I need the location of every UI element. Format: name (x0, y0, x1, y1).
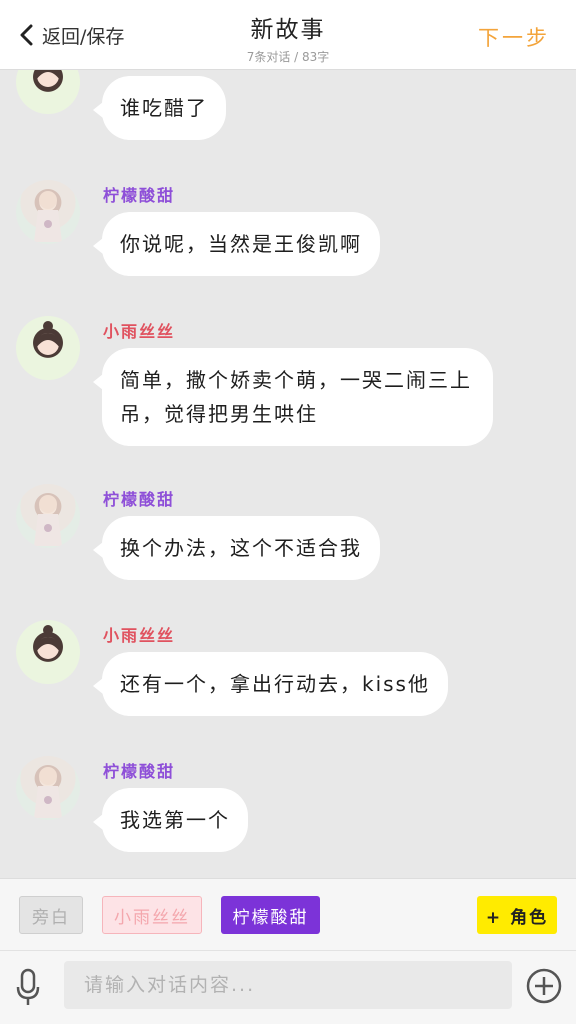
role-selector-bar: 旁白 小雨丝丝 柠檬酸甜 + 角色 (0, 878, 576, 950)
avatar[interactable] (16, 756, 80, 820)
message-bubble[interactable]: 简单，撒个娇卖个萌，一哭二闹三上吊，觉得把男生哄住 (93, 348, 493, 446)
microphone-icon[interactable] (14, 967, 42, 1007)
avatar[interactable] (16, 316, 80, 380)
message-bubble[interactable]: 你说呢，当然是王俊凯啊 (93, 212, 380, 276)
speaker-name: 柠檬酸甜 (103, 186, 176, 205)
chat-area[interactable]: 谁吃醋了 柠檬酸甜 你说呢，当然是王俊凯啊 小雨丝丝 简单，撒个娇卖个萌，一哭二… (0, 70, 576, 878)
top-bar: 返回/保存 新故事 7条对话 / 83字 下一步 (0, 0, 576, 70)
plus-circle-icon[interactable] (526, 968, 562, 1004)
avatar[interactable] (16, 70, 80, 114)
speaker-name: 柠檬酸甜 (103, 490, 176, 509)
speaker-name: 小雨丝丝 (103, 626, 176, 645)
avatar[interactable] (16, 484, 80, 548)
avatar[interactable] (16, 620, 80, 684)
role-rain-button[interactable]: 小雨丝丝 (102, 896, 202, 934)
message-bubble[interactable]: 我选第一个 (93, 788, 248, 852)
next-step-button[interactable]: 下一步 (478, 22, 550, 52)
input-bar (0, 950, 576, 1024)
speaker-name: 小雨丝丝 (103, 322, 176, 341)
speaker-name: 柠檬酸甜 (103, 762, 176, 781)
add-role-button[interactable]: + 角色 (477, 896, 557, 934)
avatar[interactable] (16, 180, 80, 244)
role-lemon-button[interactable]: 柠檬酸甜 (221, 896, 320, 934)
message-bubble[interactable]: 谁吃醋了 (93, 76, 226, 140)
message-bubble[interactable]: 换个办法，这个不适合我 (93, 516, 380, 580)
dialogue-input[interactable] (64, 961, 512, 1009)
message-bubble[interactable]: 还有一个，拿出行动去，kiss他 (93, 652, 448, 716)
role-narrator-button[interactable]: 旁白 (19, 896, 83, 934)
